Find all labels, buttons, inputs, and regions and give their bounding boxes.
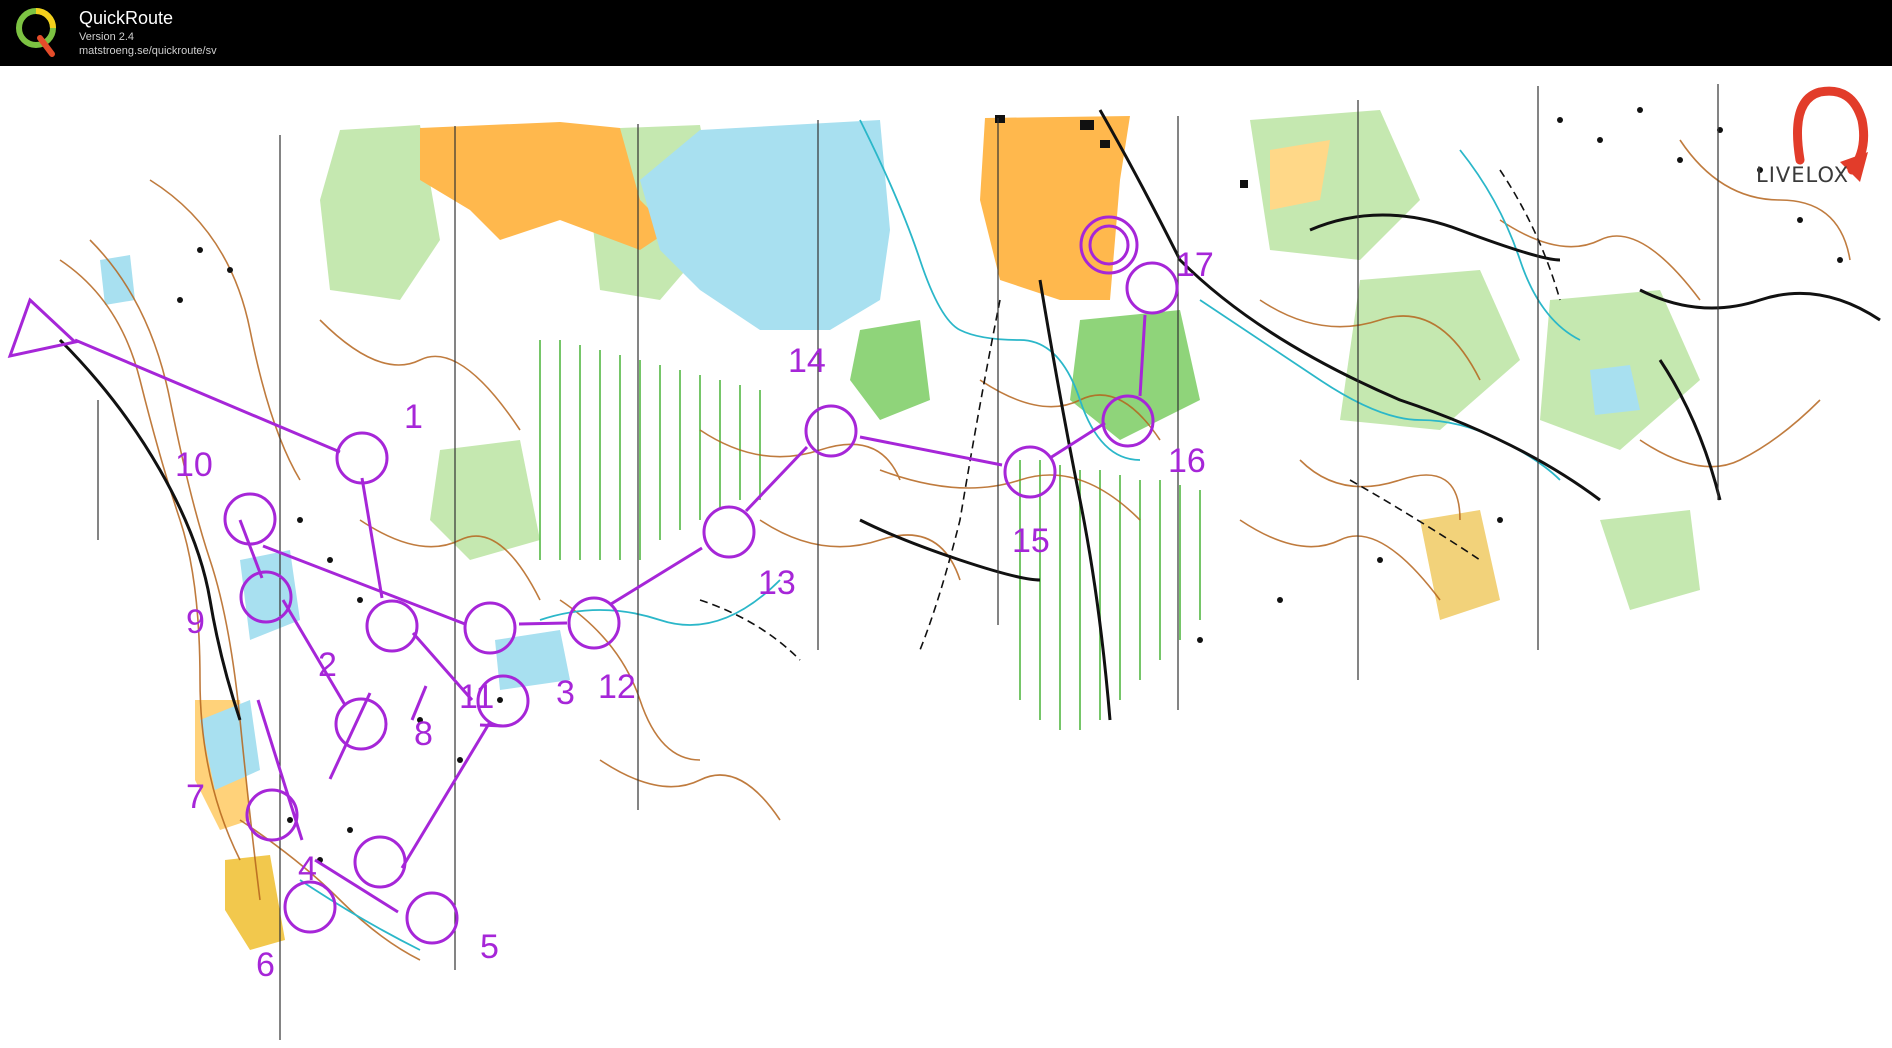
- control-number-7: 7: [186, 778, 205, 816]
- control-number-13: 13: [758, 564, 796, 602]
- control-number-2: 2: [318, 646, 337, 684]
- control-number-1: 1: [404, 398, 423, 436]
- control-number-14: 14: [788, 342, 826, 380]
- control-number-16: 16: [1168, 442, 1206, 480]
- control-number-12: 12: [598, 668, 636, 706]
- orienteering-map[interactable]: 1 2 3 4 5 6 7 8 9 10 11 12 13 14 15 16 1…: [0, 66, 1892, 1048]
- control-number-11: 11: [459, 678, 494, 716]
- control-number-4: 4: [298, 850, 317, 888]
- control-number-5: 5: [480, 928, 499, 966]
- control-number-6: 6: [256, 946, 275, 984]
- livelox-wordmark: LIVELOX: [1756, 163, 1849, 187]
- control-number-17: 17: [1176, 246, 1214, 284]
- app-title: QuickRoute: [79, 8, 174, 28]
- control-number-15: 15: [1012, 522, 1050, 560]
- app-url: matstroeng.se/quickroute/sv: [79, 45, 217, 57]
- control-number-9: 9: [186, 603, 205, 641]
- title-bar: QuickRoute Version 2.4 matstroeng.se/qui…: [0, 0, 1892, 66]
- control-number-3: 3: [556, 674, 575, 712]
- control-number-8: 8: [414, 715, 433, 753]
- quickroute-logo-icon: [16, 8, 56, 57]
- control-number-10: 10: [175, 446, 213, 484]
- app-version: Version 2.4: [79, 31, 135, 43]
- map-canvas[interactable]: 1 2 3 4 5 6 7 8 9 10 11 12 13 14 15 16 1…: [0, 66, 1892, 1048]
